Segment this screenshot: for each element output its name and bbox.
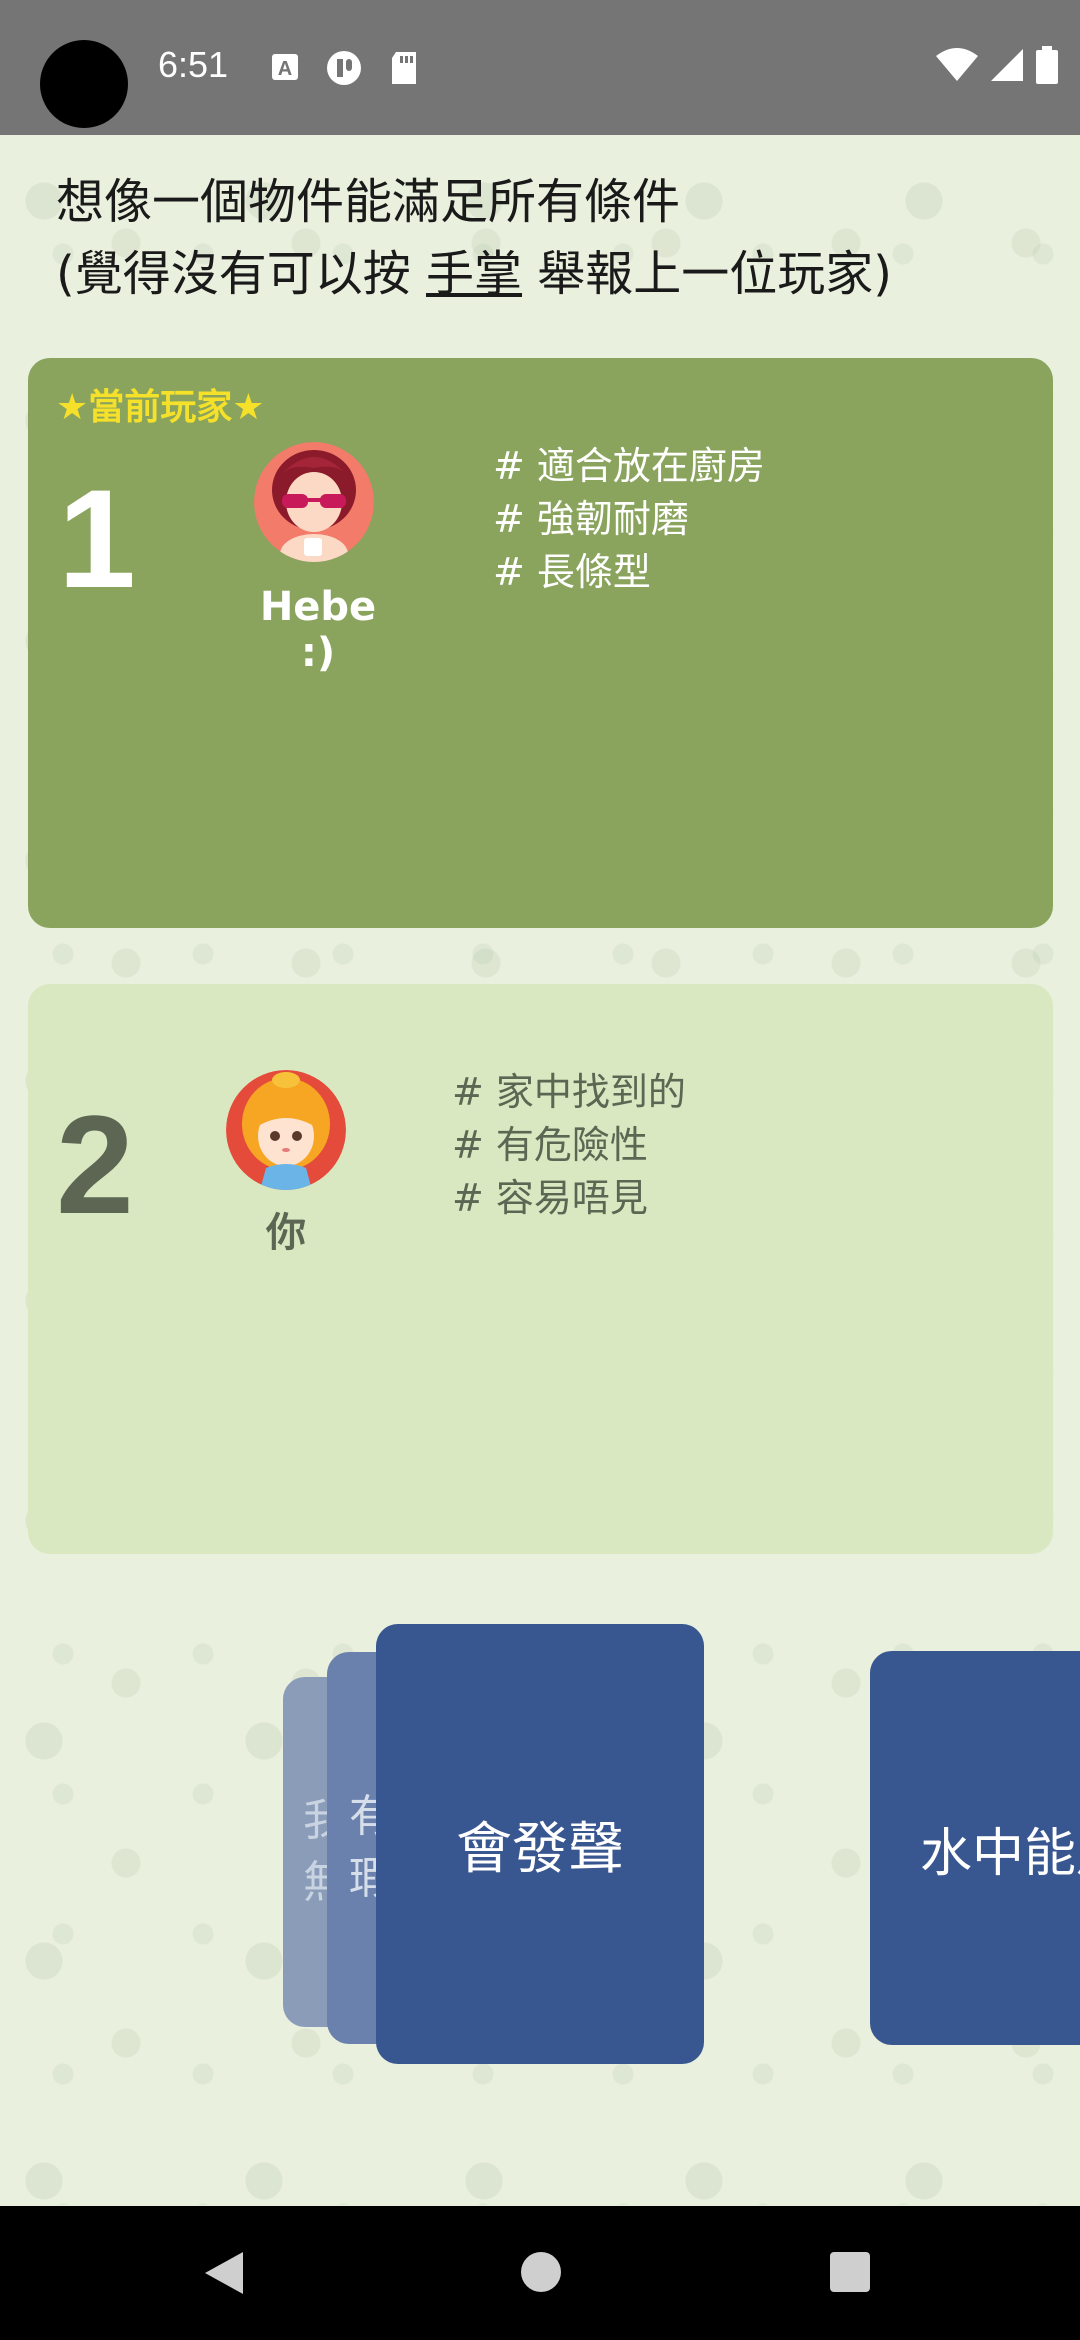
condition-list: # 適合放在廚房 # 強韌耐磨 # 長條型 bbox=[493, 440, 765, 599]
status-time: 6:51 bbox=[158, 44, 229, 85]
status-bar: 6:51 A bbox=[0, 0, 1080, 135]
report-hand-link[interactable]: 手掌 bbox=[426, 246, 522, 302]
battery-icon bbox=[1036, 46, 1058, 88]
instruction-prefix: (覺得沒有可以按 bbox=[56, 246, 426, 302]
condition-item: # 長條型 bbox=[493, 550, 651, 594]
condition-item: # 容易唔見 bbox=[452, 1176, 648, 1220]
player-panel-current: ★當前玩家★ 1 Hebe :) # 適合放在廚房 # 強韌耐磨 # 長條型 bbox=[28, 358, 1053, 928]
instruction-line-1: 想像一個物件能滿足所有條件 bbox=[56, 174, 681, 230]
avatar bbox=[226, 1070, 346, 1190]
card-text: 水中能用 bbox=[920, 1823, 1080, 1884]
card-right[interactable]: 水中能用 bbox=[870, 1651, 1080, 2045]
condition-item: # 適合放在廚房 bbox=[493, 444, 765, 488]
condition-item: # 強韌耐磨 bbox=[493, 497, 689, 541]
font-a-icon: A bbox=[270, 52, 300, 82]
current-player-tag: ★當前玩家★ bbox=[56, 387, 265, 428]
pause-circle-icon bbox=[326, 50, 361, 85]
instruction-suffix: 舉報上一位玩家) bbox=[522, 246, 893, 302]
camera-cutout bbox=[40, 40, 128, 128]
sd-card-icon bbox=[390, 52, 420, 84]
svg-text:A: A bbox=[278, 58, 292, 80]
back-icon[interactable] bbox=[205, 2252, 243, 2294]
recent-apps-icon[interactable] bbox=[830, 2252, 870, 2292]
instruction-line-2: (覺得沒有可以按 手掌 舉報上一位玩家) bbox=[56, 238, 892, 310]
condition-item: # 家中找到的 bbox=[452, 1070, 686, 1114]
cellular-signal-icon bbox=[990, 48, 1024, 86]
home-icon[interactable] bbox=[521, 2252, 561, 2292]
player-panel-self: 2 你 # 家中找到的 # 有危險性 # 容易唔見 bbox=[28, 984, 1053, 1554]
card-front[interactable]: 會發聲 bbox=[376, 1624, 704, 2064]
player-name: Hebe :) bbox=[259, 584, 377, 676]
navigation-bar bbox=[0, 2206, 1080, 2340]
wifi-icon bbox=[936, 48, 978, 86]
avatar bbox=[254, 442, 374, 562]
condition-item: # 有危險性 bbox=[452, 1123, 648, 1167]
player-name: 你 bbox=[266, 1210, 306, 1256]
card-text: 會發聲 bbox=[456, 1816, 624, 1882]
status-icons-right bbox=[936, 46, 1058, 88]
instructions: 想像一個物件能滿足所有條件 (覺得沒有可以按 手掌 舉報上一位玩家) bbox=[56, 166, 892, 310]
player-rank: 1 bbox=[58, 460, 136, 617]
player-rank: 2 bbox=[56, 1086, 134, 1243]
condition-list: # 家中找到的 # 有危險性 # 容易唔見 bbox=[452, 1066, 686, 1225]
